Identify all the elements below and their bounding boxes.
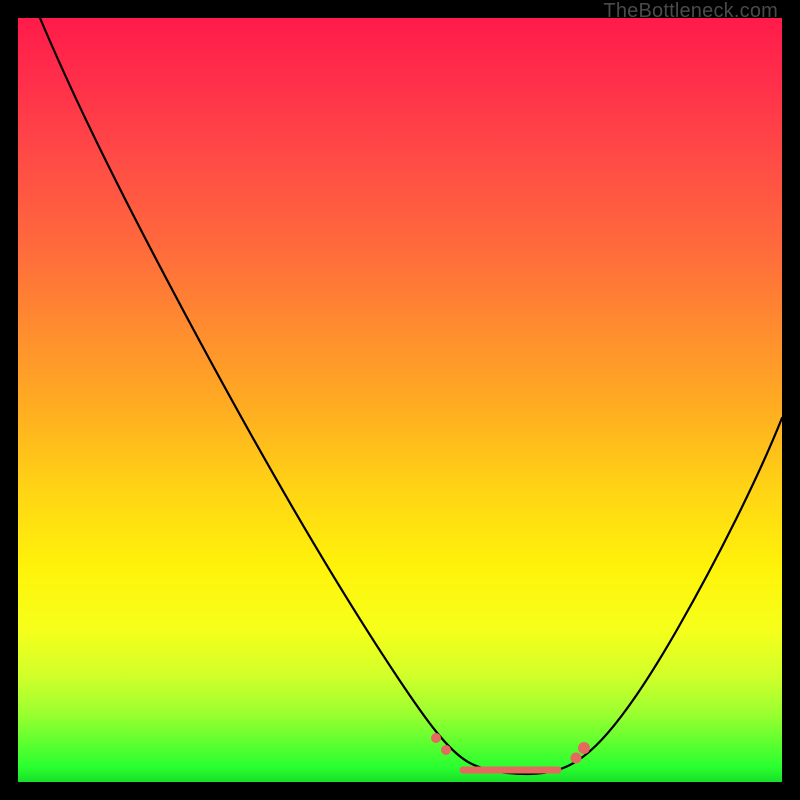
chart-frame: TheBottleneck.com: [0, 0, 800, 800]
marker-dot-right-2: [578, 742, 590, 754]
marker-dot-left-1: [431, 733, 441, 743]
bottleneck-curve: [40, 18, 782, 774]
marker-dot-left-2: [441, 745, 451, 755]
plot-area: [18, 18, 782, 782]
curve-svg: [18, 18, 782, 782]
marker-dot-right-1: [571, 753, 582, 764]
